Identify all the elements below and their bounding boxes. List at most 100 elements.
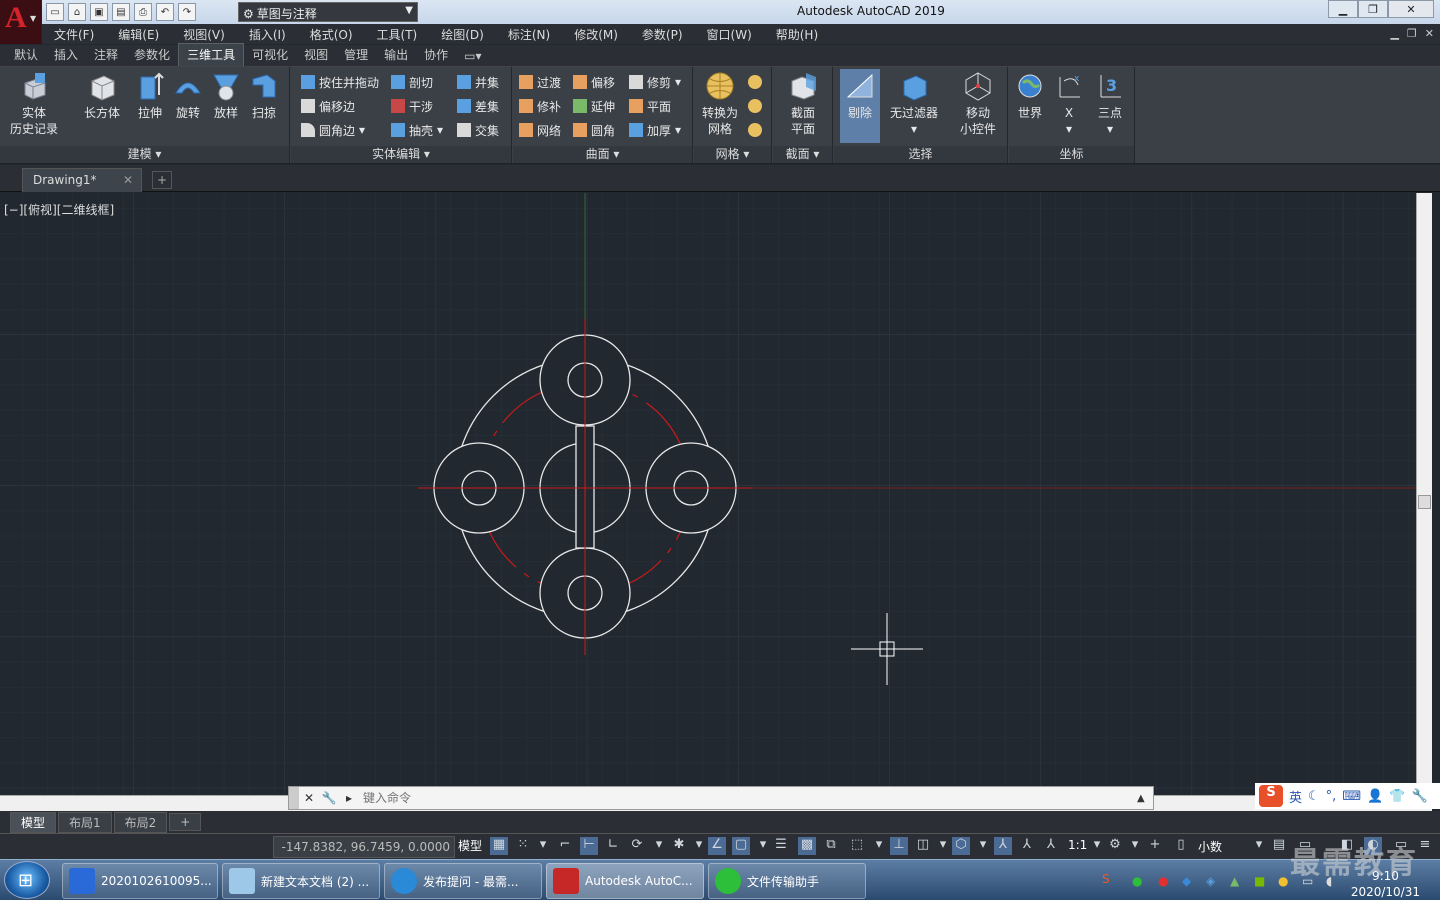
menu-item-3[interactable]: 插入(I) bbox=[237, 26, 298, 43]
presspull-button[interactable]: 按住并拖动 bbox=[301, 72, 379, 92]
shell-button[interactable]: 抽壳 ▾ bbox=[391, 120, 443, 140]
chevron-down-icon[interactable]: ▾ bbox=[1126, 837, 1144, 855]
start-button[interactable]: ⊞ bbox=[4, 861, 50, 899]
planar-button[interactable]: 平面 bbox=[629, 96, 671, 116]
no-filter-button[interactable]: 无过滤器 ▾ bbox=[888, 71, 940, 137]
undo-icon[interactable]: ↶ bbox=[156, 3, 174, 21]
menu-item-7[interactable]: 标注(N) bbox=[496, 26, 562, 43]
close-icon[interactable]: ✕ bbox=[299, 791, 319, 805]
auto-scale-icon[interactable]: ⅄ bbox=[1018, 837, 1036, 855]
3d-osnap-icon[interactable]: ⬚ bbox=[848, 837, 866, 855]
menu-item-5[interactable]: 工具(T) bbox=[365, 26, 430, 43]
section-plane-button[interactable]: 截面 平面 bbox=[781, 71, 825, 137]
menu-item-6[interactable]: 绘图(D) bbox=[429, 26, 496, 43]
box-button[interactable]: 长方体 bbox=[80, 71, 124, 121]
object-snap-tracking-icon[interactable]: ∠ bbox=[708, 837, 726, 855]
convert-to-mesh-button[interactable]: 转换为 网格 bbox=[698, 71, 742, 137]
moon-icon[interactable]: ☾ bbox=[1308, 789, 1320, 804]
thicken-button[interactable]: 加厚 ▾ bbox=[629, 120, 681, 140]
chevron-down-icon[interactable]: ▾ bbox=[1250, 837, 1268, 855]
ribbon-tab-0[interactable]: 默认 bbox=[6, 44, 46, 66]
punctuation-icon[interactable]: °, bbox=[1326, 789, 1337, 804]
isodraft-icon[interactable]: ✱ bbox=[670, 837, 688, 855]
object-snap-icon[interactable]: ▢ bbox=[732, 837, 750, 855]
mesh-tool-3[interactable] bbox=[748, 120, 762, 140]
snap-icon[interactable]: ⁙ bbox=[514, 837, 532, 855]
layout-tab-1[interactable]: 布局1 bbox=[58, 811, 112, 833]
taskbar-button-wechat[interactable]: 文件传输助手 bbox=[708, 863, 866, 899]
union-button[interactable]: 并集 bbox=[457, 72, 499, 92]
chevron-down-icon[interactable]: ▾ bbox=[1088, 837, 1106, 855]
quick-properties-icon[interactable]: ▤ bbox=[1270, 837, 1288, 855]
ribbon-options-icon[interactable]: ▭▾ bbox=[456, 47, 489, 66]
wechat-tray-icon[interactable]: ● bbox=[1132, 874, 1142, 888]
ime-language[interactable]: 英 bbox=[1289, 787, 1302, 806]
infer-constraints-icon[interactable]: ⌐ bbox=[556, 837, 574, 855]
dynamic-ucs-icon[interactable]: ⊥ bbox=[890, 837, 908, 855]
vertical-scrollbar[interactable] bbox=[1416, 193, 1432, 795]
layout-tab-2[interactable]: 布局2 bbox=[113, 811, 168, 833]
ribbon-tab-9[interactable]: 协作 bbox=[416, 44, 456, 66]
menu-item-2[interactable]: 视图(V) bbox=[171, 26, 237, 43]
close-button[interactable]: ✕ bbox=[1388, 0, 1434, 18]
grid-icon[interactable]: ▦ bbox=[490, 837, 508, 855]
close-icon[interactable]: ✕ bbox=[123, 173, 133, 187]
box-tray-icon[interactable]: ◈ bbox=[1206, 874, 1215, 888]
taskbar-button-notepad[interactable]: 新建文本文档 (2) ... bbox=[222, 863, 380, 899]
taskbar-button-wps[interactable]: 2020102610095... bbox=[62, 863, 218, 899]
panel-title-solid-editing[interactable]: 实体编辑 ▾ bbox=[291, 146, 511, 163]
customization-icon[interactable]: ≡ bbox=[1416, 837, 1434, 855]
selection-cycling-icon[interactable]: ⧉ bbox=[822, 837, 840, 855]
sogou-tray-icon[interactable]: S bbox=[1102, 872, 1110, 886]
user-icon[interactable]: 👤 bbox=[1367, 789, 1383, 804]
chevron-down-icon[interactable]: ▾ bbox=[534, 837, 552, 855]
chevron-up-icon[interactable]: ▲ bbox=[1137, 793, 1153, 804]
command-line-grip[interactable] bbox=[289, 787, 299, 809]
ribbon-tab-3[interactable]: 参数化 bbox=[126, 44, 178, 66]
ribbon-tab-1[interactable]: 插入 bbox=[46, 44, 86, 66]
cursor-coordinates[interactable]: -147.8382, 96.7459, 0.0000 bbox=[273, 836, 455, 858]
vertical-scroll-thumb[interactable] bbox=[1418, 495, 1431, 509]
panel-title-modeling[interactable]: 建模 ▾ bbox=[0, 146, 289, 163]
world-ucs-button[interactable]: 世界 bbox=[1009, 71, 1051, 121]
culling-button[interactable]: 剔除 bbox=[840, 69, 880, 143]
weibo-tray-icon[interactable]: ● bbox=[1158, 874, 1168, 888]
extend-button[interactable]: 延伸 bbox=[573, 96, 615, 116]
menu-item-8[interactable]: 修改(M) bbox=[562, 26, 630, 43]
offset-edge-button[interactable]: 偏移边 bbox=[301, 96, 355, 116]
doc-minimize-button[interactable]: ▁ bbox=[1390, 27, 1398, 40]
move-gizmo-button[interactable]: 移动 小控件 bbox=[954, 71, 1002, 137]
ribbon-tab-4[interactable]: 三维工具 bbox=[178, 43, 245, 66]
command-prompt-icon[interactable]: ▸ bbox=[339, 791, 359, 805]
sogou-ime-icon[interactable]: S bbox=[1259, 785, 1283, 807]
chevron-down-icon[interactable]: ▾ bbox=[754, 837, 772, 855]
ribbon-tab-7[interactable]: 管理 bbox=[336, 44, 376, 66]
fillet-edge-button[interactable]: 圆角边 ▾ bbox=[301, 120, 365, 140]
layout-tab-0[interactable]: 模型 bbox=[10, 811, 57, 833]
shirt-icon[interactable]: 👕 bbox=[1389, 789, 1405, 804]
panel-title-surface[interactable]: 曲面 ▾ bbox=[513, 146, 692, 163]
network-tray-icon[interactable]: ▲ bbox=[1230, 874, 1239, 888]
chevron-down-icon[interactable]: ▾ bbox=[690, 837, 708, 855]
trim-button[interactable]: 修剪 ▾ bbox=[629, 72, 681, 92]
three-point-ucs-button[interactable]: 3 三点 ▾ bbox=[1089, 71, 1131, 137]
chevron-down-icon[interactable]: ▾ bbox=[650, 837, 668, 855]
drawing-canvas[interactable] bbox=[0, 193, 1416, 795]
drawing-viewport[interactable]: [−][俯视][二维线框] bbox=[0, 193, 1416, 795]
menu-item-9[interactable]: 参数(P) bbox=[630, 26, 695, 43]
sweep-button[interactable]: 扫掠 bbox=[242, 71, 286, 121]
command-input[interactable] bbox=[363, 789, 1137, 807]
doc-restore-button[interactable]: ❐ bbox=[1407, 27, 1417, 40]
menu-item-10[interactable]: 窗口(W) bbox=[695, 26, 764, 43]
menu-item-1[interactable]: 编辑(E) bbox=[106, 26, 171, 43]
minimize-button[interactable]: ▁ bbox=[1328, 0, 1358, 18]
blend-button[interactable]: 过渡 bbox=[519, 72, 561, 92]
new-tab-button[interactable]: + bbox=[152, 171, 172, 189]
x-ucs-button[interactable]: x X ▾ bbox=[1049, 71, 1089, 137]
model-space-toggle[interactable]: 模型 bbox=[458, 837, 482, 854]
polar-tracking-icon[interactable]: ⟳ bbox=[628, 837, 646, 855]
subtract-button[interactable]: 差集 bbox=[457, 96, 499, 116]
ribbon-tab-5[interactable]: 可视化 bbox=[244, 44, 296, 66]
print-icon[interactable]: ⎙ bbox=[134, 3, 152, 21]
chevron-down-icon[interactable]: ▾ bbox=[934, 837, 952, 855]
